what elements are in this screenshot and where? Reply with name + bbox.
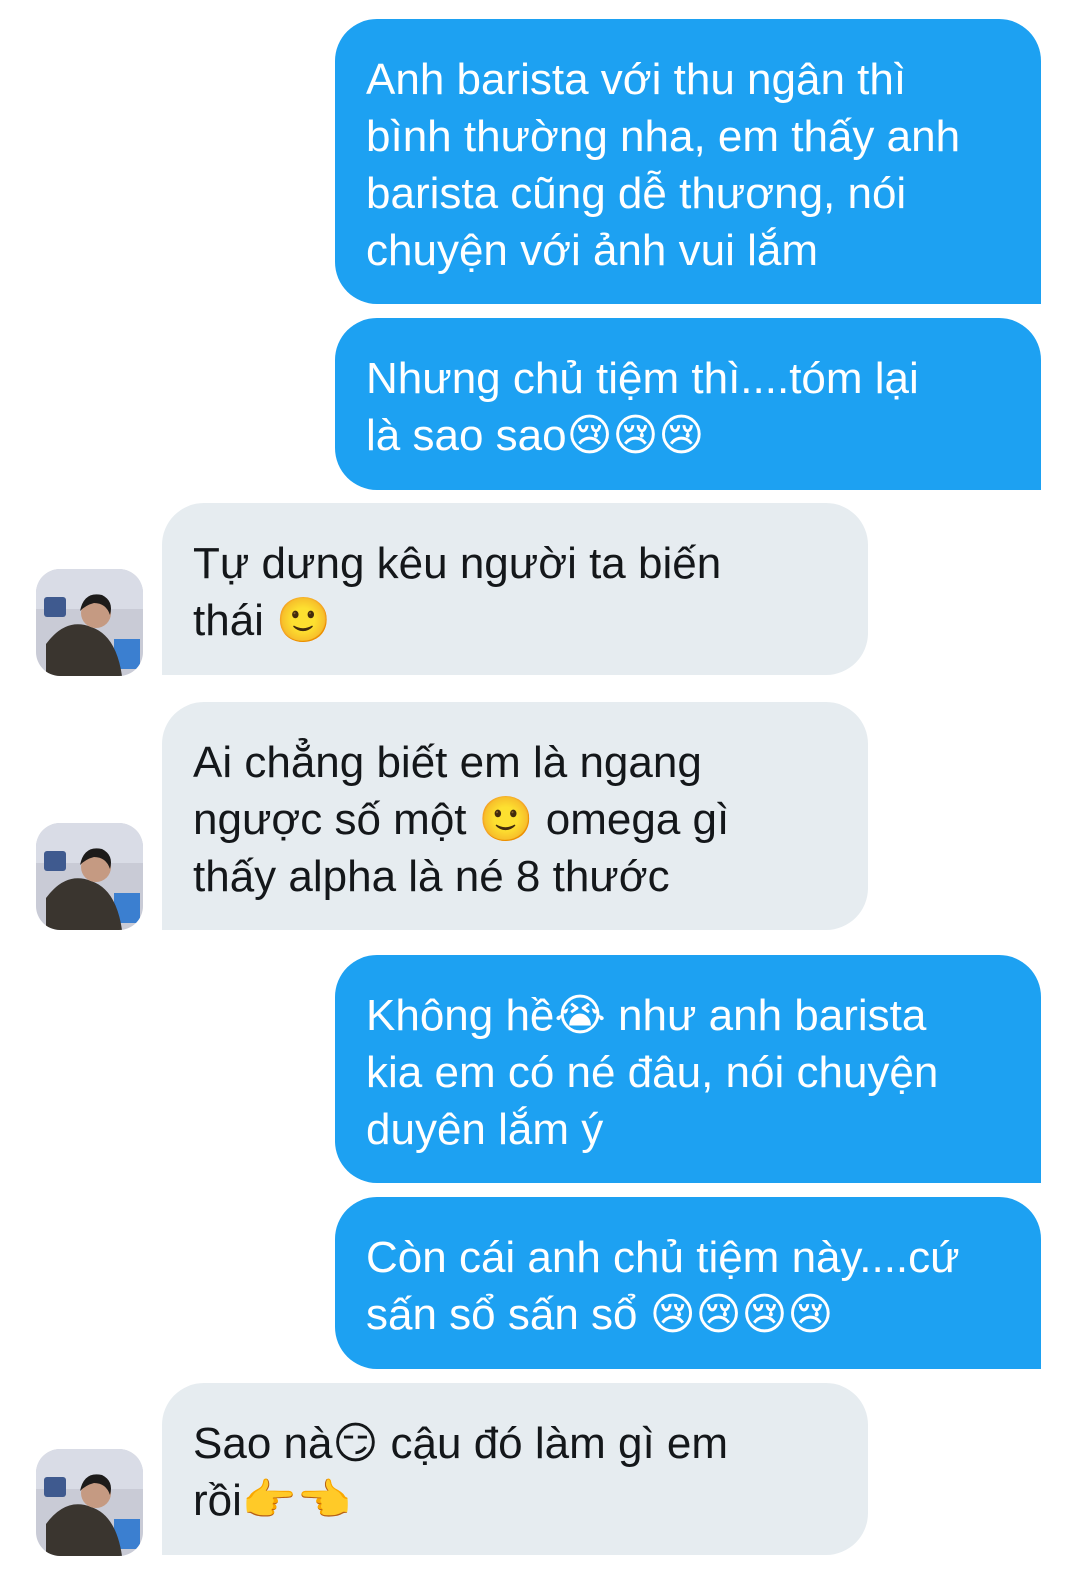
sender-avatar[interactable] [36,1449,143,1556]
avatar-photo [36,823,143,930]
avatar-photo [36,1449,143,1556]
sender-avatar[interactable] [36,569,143,676]
message-bubble-received[interactable]: Tự dưng kêu người ta biến thái 🙂 [162,503,868,675]
message-bubble-received[interactable]: Ai chẳng biết em là ngang ngược số một 🙂… [162,702,868,930]
avatar-photo [36,569,143,676]
message-bubble-sent[interactable]: Còn cái anh chủ tiệm này....cứ sấn sổ sấ… [335,1197,1041,1369]
message-bubble-sent[interactable]: Anh barista với thu ngân thì bình thường… [335,19,1041,304]
message-bubble-sent[interactable]: Nhưng chủ tiệm thì....tóm lại là sao sao… [335,318,1041,490]
message-bubble-received[interactable]: Sao nà😏 cậu đó làm gì em rồi👉👈 [162,1383,868,1555]
message-bubble-sent[interactable]: Không hề😭 như anh barista kia em có né đ… [335,955,1041,1183]
sender-avatar[interactable] [36,823,143,930]
